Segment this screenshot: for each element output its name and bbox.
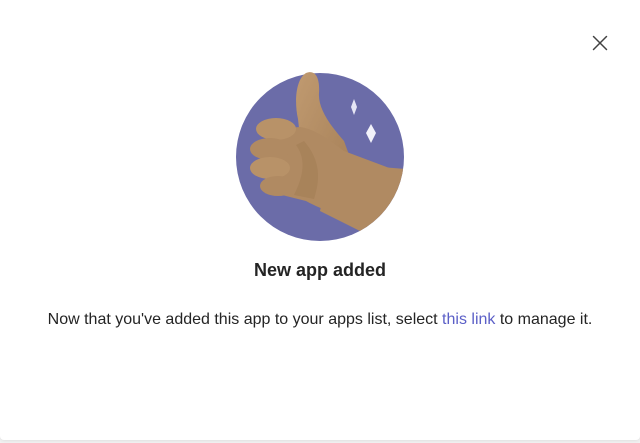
thumbs-up-illustration: [236, 72, 404, 241]
finger: [250, 157, 290, 179]
finger: [256, 118, 296, 140]
message-text-before: Now that you've added this app to your a…: [47, 311, 438, 328]
finger: [260, 176, 296, 196]
close-button[interactable]: [589, 32, 611, 54]
new-app-added-dialog: New app added Now that you've added this…: [0, 0, 640, 440]
finger: [250, 138, 290, 160]
dialog-title: New app added: [253, 260, 387, 280]
close-icon: [592, 35, 608, 51]
manage-app-link[interactable]: this link: [442, 311, 495, 328]
dialog-message: Now that you've added this app to your a…: [0, 311, 640, 329]
message-text-after: to manage it.: [499, 311, 593, 328]
